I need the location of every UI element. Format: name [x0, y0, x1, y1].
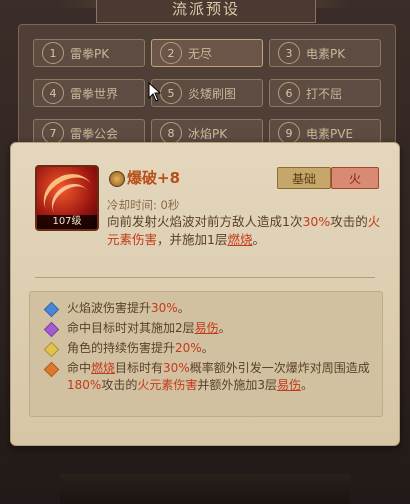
preset-number: 9 [278, 122, 300, 144]
effect-item: 角色的持续伤害提升20%。 [43, 340, 374, 358]
effect-highlight: 30% [163, 361, 190, 375]
effect-text: 火焰波伤害提升30%。 [67, 300, 374, 317]
effect-text-part: 命中目标时对其施加2层 [67, 321, 195, 335]
effect-keyword-link[interactable]: 燃烧 [91, 361, 115, 375]
effect-diamond-icon [43, 301, 60, 318]
preset-slot-5[interactable]: 5 炎矮刷图 [151, 79, 263, 107]
effect-item: 命中燃烧目标时有30%概率额外引发一次爆炸对周围造成 180%攻击的火元素伤害并额… [43, 360, 374, 394]
cooldown-text: 冷却时间: 0秒 [107, 198, 180, 212]
effect-highlight: 20% [175, 341, 202, 355]
effect-text-part: 。 [218, 321, 231, 335]
page-title: 流派预设 [96, 0, 316, 23]
preset-slot-3[interactable]: 3 电素PK [269, 39, 381, 67]
effect-text: 命中燃烧目标时有30%概率额外引发一次爆炸对周围造成 180%攻击的火元素伤害并额… [67, 360, 374, 394]
preset-label: 电素PVE [306, 126, 354, 141]
effect-item: 命中目标时对其施加2层易伤。 [43, 320, 374, 338]
skill-icon: 107级 [35, 165, 99, 231]
effect-diamond-icon [43, 341, 60, 358]
preset-number: 4 [42, 82, 64, 104]
effect-text-part: 命中 [67, 361, 92, 375]
preset-label: 打不屈 [306, 86, 343, 101]
desc-text: 。 [252, 232, 265, 247]
effect-text-part: 攻击的 [101, 378, 138, 392]
tag-basic: 基础 [277, 167, 331, 189]
effect-text-part: 概率额外引发一次爆炸对周围造成 [189, 361, 370, 375]
preset-number: 8 [160, 122, 182, 144]
effect-highlight: 30% [151, 301, 178, 315]
desc-percent: 30% [302, 214, 331, 229]
effect-diamond-icon [43, 321, 60, 338]
preset-number: 1 [42, 42, 64, 64]
effect-text-part: 。 [177, 301, 190, 315]
preset-slot-6[interactable]: 6 打不屈 [269, 79, 381, 107]
effect-text-part: 。 [301, 378, 314, 392]
divider [35, 277, 375, 278]
preset-label: 无尽 [188, 46, 213, 61]
preset-number: 5 [160, 82, 182, 104]
effect-text-part: 目标时有 [115, 361, 164, 375]
effect-text-part: 。 [201, 341, 214, 355]
effect-highlight: 火元素伤害 [137, 378, 198, 392]
effect-text: 命中目标时对其施加2层易伤。 [67, 320, 374, 337]
effect-item: 火焰波伤害提升30%。 [43, 300, 374, 318]
preset-label: 雷拳公会 [70, 126, 119, 141]
preset-number: 2 [160, 42, 182, 64]
skill-description: 向前发射火焰波对前方敌人造成1次30%攻击的火元素伤害，并施加1层燃烧。 [107, 213, 387, 249]
bottom-bar [60, 474, 350, 504]
preset-number: 7 [42, 122, 64, 144]
effect-keyword-link[interactable]: 易伤 [277, 378, 301, 392]
skill-tooltip: 107级 爆破+8 基础 火 冷却时间: 0秒 向前发射火焰波对前方敌人造成1次… [10, 142, 400, 446]
preset-panel: 1 雷拳PK 2 无尽 3 电素PK 4 雷拳世界 5 炎矮刷图 6 打不屈 7… [18, 24, 396, 156]
effect-text-part: 火焰波伤害提升 [67, 301, 152, 315]
desc-text: 向前发射火焰波对前方敌人造成1次 [107, 214, 303, 229]
skill-emblem-icon [109, 171, 125, 187]
desc-burn-link[interactable]: 燃烧 [227, 232, 252, 247]
effect-text-part: 角色的持续伤害提升 [67, 341, 176, 355]
preset-slot-4[interactable]: 4 雷拳世界 [33, 79, 145, 107]
effect-highlight: 180% [67, 378, 102, 392]
preset-slot-1[interactable]: 1 雷拳PK [33, 39, 145, 67]
preset-label: 炎矮刷图 [188, 86, 237, 101]
skill-level: 107级 [37, 215, 97, 229]
preset-label: 电素PK [306, 46, 346, 61]
effect-text-part: 并额外施加3层 [197, 378, 277, 392]
preset-number: 3 [278, 42, 300, 64]
effect-keyword-link[interactable]: 易伤 [195, 321, 219, 335]
preset-slot-2[interactable]: 2 无尽 [151, 39, 263, 67]
skill-name: 爆破+8 [127, 169, 181, 187]
preset-label: 冰焰PK [188, 126, 228, 141]
effects-panel: 火焰波伤害提升30%。 命中目标时对其施加2层易伤。 角色的持续伤害提升20%。… [29, 291, 383, 417]
effect-text: 角色的持续伤害提升20%。 [67, 340, 374, 357]
tag-fire: 火 [331, 167, 379, 189]
effect-diamond-icon [43, 361, 60, 378]
preset-label: 雷拳世界 [70, 86, 119, 101]
desc-text: ，并施加1层 [157, 232, 228, 247]
preset-number: 6 [278, 82, 300, 104]
preset-label: 雷拳PK [70, 46, 110, 61]
desc-text: 攻击的 [330, 214, 368, 229]
